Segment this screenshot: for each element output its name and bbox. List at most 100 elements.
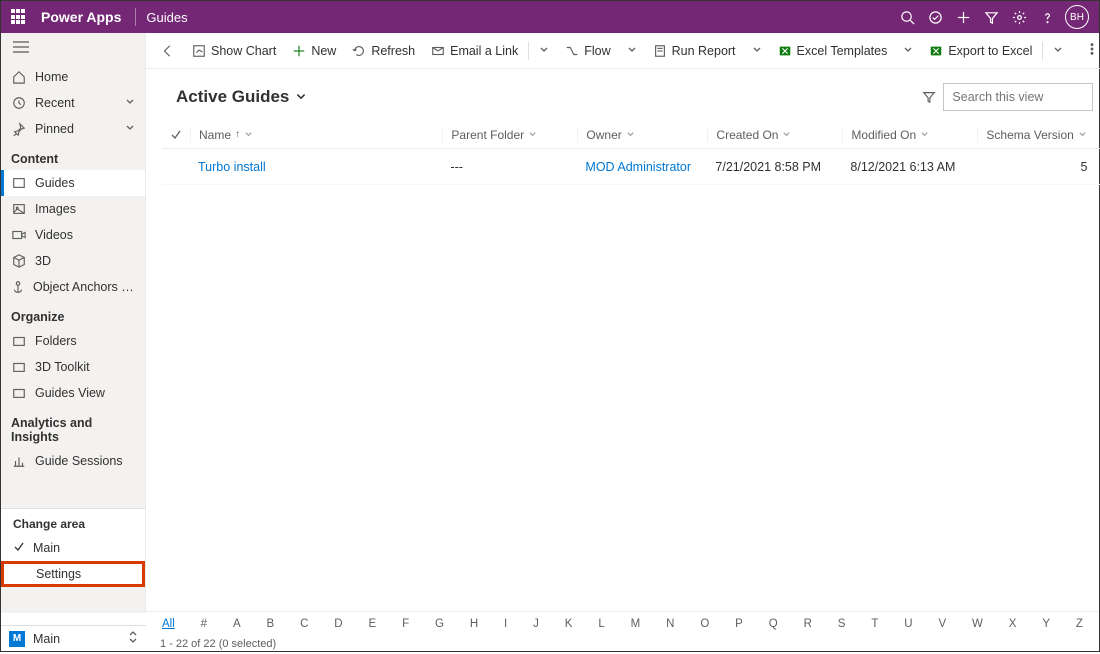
nav-3d[interactable]: 3D [1,248,145,274]
nav-object-anchors[interactable]: Object Anchors (Prev... [1,274,145,300]
export-excel-button[interactable]: Export to Excel [923,40,1038,62]
search-input[interactable] [952,90,1100,104]
alpha-p[interactable]: P [731,616,747,632]
nav-folders[interactable]: Folders [1,328,145,354]
flow-chevron[interactable] [621,44,643,58]
alpha-d[interactable]: D [330,616,346,632]
export-split-chevron[interactable] [1047,44,1069,58]
search-box[interactable] [943,83,1093,111]
show-chart-button[interactable]: Show Chart [186,40,282,62]
email-split-chevron[interactable] [533,44,555,58]
change-area-popup: Change area Main Settings [1,508,145,587]
folder-icon [11,386,27,400]
excel-templates-button[interactable]: Excel Templates [772,40,894,62]
nav-label: Home [35,70,68,84]
folder-icon [11,360,27,374]
area-badge: M [9,631,25,647]
nav-3d-toolkit[interactable]: 3D Toolkit [1,354,145,380]
alpha-v[interactable]: V [934,616,950,632]
alpha-g[interactable]: G [431,616,448,632]
video-icon [11,228,27,242]
col-name[interactable]: Name↑ [190,128,442,142]
alpha-c[interactable]: C [296,616,312,632]
view-title[interactable]: Active Guides [176,87,307,107]
area-main[interactable]: Main [1,535,145,561]
alpha-e[interactable]: E [365,616,381,632]
alpha-o[interactable]: O [696,616,713,632]
cell-schema: 5 [977,160,1100,174]
filter-icon[interactable] [977,3,1005,31]
alpha-s[interactable]: S [834,616,850,632]
alpha-r[interactable]: R [800,616,816,632]
alpha-h[interactable]: H [466,616,482,632]
app-launcher-icon[interactable] [11,9,27,25]
user-avatar[interactable]: BH [1065,5,1089,29]
back-button[interactable] [154,44,182,58]
alpha-i[interactable]: I [500,616,511,632]
grid-footer: All#ABCDEFGHIJKLMNOPQRSTUVWXYZ 1 - 22 of… [146,611,1099,651]
col-schema[interactable]: Schema Version [977,128,1100,142]
alpha-b[interactable]: B [263,616,279,632]
templates-chevron[interactable] [897,44,919,58]
report-chevron[interactable] [746,44,768,58]
chart-icon [11,454,27,468]
alpha-f[interactable]: F [398,616,413,632]
alpha-q[interactable]: Q [765,616,782,632]
email-link-button[interactable]: Email a Link [425,40,524,62]
col-modified[interactable]: Modified On [842,128,977,142]
alpha-l[interactable]: L [594,616,608,632]
area-settings[interactable]: Settings [1,561,145,587]
alpha-#[interactable]: # [197,616,211,632]
grid-row[interactable]: Turbo install --- MOD Administrator 7/21… [162,149,1100,185]
alpha-all[interactable]: All [158,616,179,632]
cell-modified: 8/12/2021 6:13 AM [842,160,977,174]
alpha-t[interactable]: T [867,616,882,632]
filter-button[interactable] [915,83,943,111]
help-icon[interactable] [1033,3,1061,31]
task-icon[interactable] [921,3,949,31]
nav-label: Pinned [35,122,74,136]
chevron-down-icon [295,91,307,103]
hamburger-icon[interactable] [1,33,145,64]
alpha-w[interactable]: W [968,616,987,632]
alpha-k[interactable]: K [561,616,577,632]
alpha-j[interactable]: J [529,616,543,632]
nav-images[interactable]: Images [1,196,145,222]
excel-icon [929,44,943,58]
alpha-u[interactable]: U [900,616,916,632]
area-switcher[interactable]: M Main [1,625,146,651]
nav-label: 3D Toolkit [35,360,90,374]
col-owner[interactable]: Owner [577,128,707,142]
add-icon[interactable] [949,3,977,31]
record-link[interactable]: Turbo install [198,160,266,174]
alpha-n[interactable]: N [662,616,678,632]
alpha-y[interactable]: Y [1038,616,1054,632]
nav-guide-sessions[interactable]: Guide Sessions [1,448,145,474]
col-parent-folder[interactable]: Parent Folder [442,128,577,142]
alpha-m[interactable]: M [627,616,645,632]
search-icon[interactable] [893,3,921,31]
new-button[interactable]: New [286,40,342,62]
nav-guides[interactable]: Guides [1,170,145,196]
nav-videos[interactable]: Videos [1,222,145,248]
nav-pinned[interactable]: Pinned [1,116,145,142]
alpha-a[interactable]: A [229,616,245,632]
select-all-checkbox[interactable] [162,129,190,141]
cube-icon [11,254,27,268]
flow-button[interactable]: Flow [559,40,616,62]
owner-link[interactable]: MOD Administrator [585,160,691,174]
run-report-button[interactable]: Run Report [647,40,742,62]
nav-recent[interactable]: Recent [1,90,145,116]
alpha-x[interactable]: X [1005,616,1021,632]
command-bar: Show Chart New Refresh Email a Link Flow… [146,33,1100,69]
more-commands-button[interactable] [1077,38,1100,63]
col-created[interactable]: Created On [707,128,842,142]
nav-guides-view[interactable]: Guides View [1,380,145,406]
refresh-button[interactable]: Refresh [346,40,421,62]
main-content: Show Chart New Refresh Email a Link Flow… [146,33,1100,613]
settings-icon[interactable] [1005,3,1033,31]
nav-label: Images [35,202,76,216]
alpha-z[interactable]: Z [1072,616,1087,632]
nav-home[interactable]: Home [1,64,145,90]
anchor-icon [11,280,25,294]
